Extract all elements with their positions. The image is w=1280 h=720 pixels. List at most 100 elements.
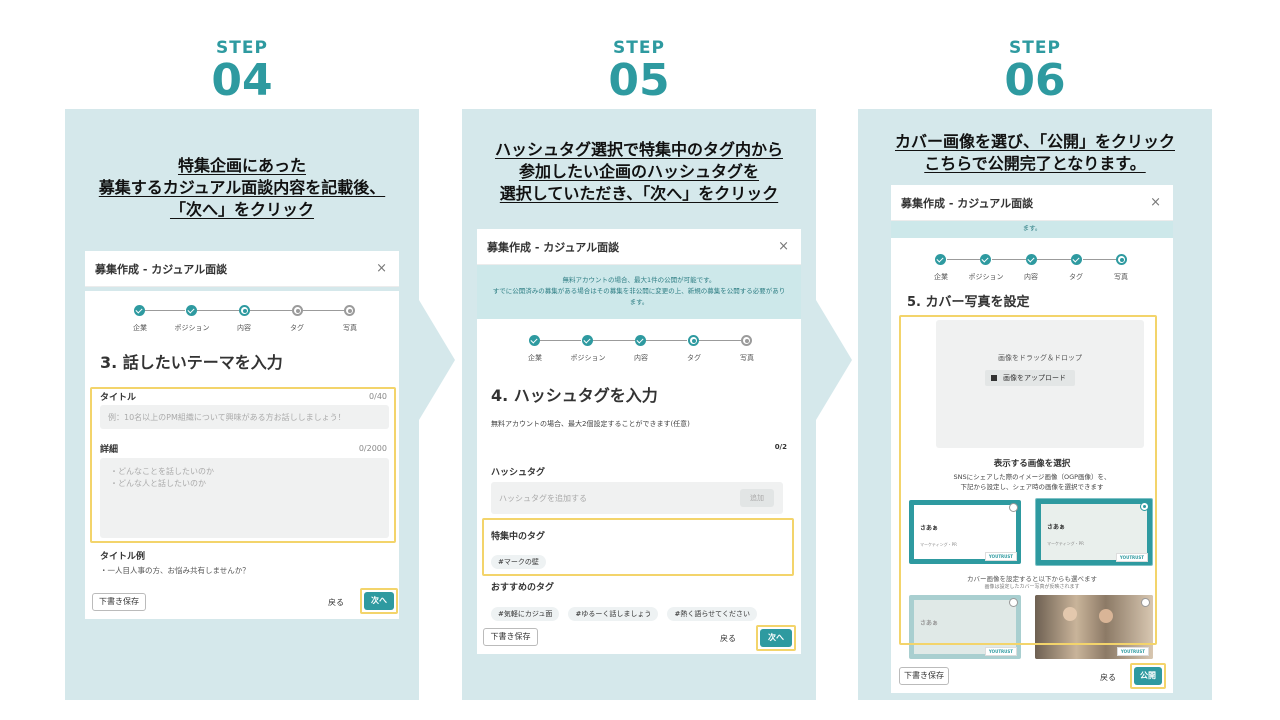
step-number: 05 [608, 55, 670, 106]
stepper-line [539, 340, 581, 341]
save-draft-button[interactable]: 下書き保存 [899, 667, 949, 685]
stepper-label: ポジション [968, 273, 1004, 281]
stepper-label: 内容 [1024, 273, 1038, 281]
step-done-icon [935, 254, 946, 265]
stepper-line [1083, 259, 1117, 260]
step-05-caption: ハッシュタグ選択で特集中のタグ内から 参加したい企画のハッシュタグを 選択してい… [462, 139, 816, 205]
caption-line: ハッシュタグ選択で特集中のタグ内から [494, 140, 783, 159]
create-post-modal: 募集作成 - カジュアル面談 × ます。 企業 ポジション 内容 タグ 写真 5… [891, 185, 1173, 693]
step-todo-icon [741, 335, 752, 346]
stepper-line [303, 310, 345, 311]
step-done-icon [186, 305, 197, 316]
modal-divider [85, 287, 399, 291]
stepper-label: タグ [290, 324, 304, 332]
step-todo-icon [344, 305, 355, 316]
modal-title: 募集作成 - カジュアル面談 [95, 262, 228, 276]
stepper-label: 写真 [343, 324, 357, 332]
step-done-icon [134, 305, 145, 316]
stepper-label: 内容 [634, 354, 648, 362]
recommended-tag-chip[interactable]: #ゆるーく話しましょう [568, 607, 659, 621]
hashtag-label: ハッシュタグ [491, 468, 546, 478]
step-04-panel: 特集企画にあった 募集するカジュアル面談内容を記載後、 「次へ」をクリック 募集… [65, 109, 419, 700]
modal-title: 募集作成 - カジュアル面談 [487, 240, 620, 254]
create-post-modal: 募集作成 - カジュアル面談 × 企業 ポジション 内容 タグ 写真 3. 話し… [85, 251, 399, 619]
highlight-frame [482, 518, 794, 576]
hashtag-counter: 0/2 [774, 443, 787, 451]
step-04-caption: 特集企画にあった 募集するカジュアル面談内容を記載後、 「次へ」をクリック [65, 155, 419, 221]
example-text: ・一人目人事の方、お悩み共有しませんか？ [100, 566, 250, 575]
caption-line: 選択していただき、「次へ」をクリック [499, 184, 779, 203]
free-account-notice: ます。 [891, 221, 1173, 238]
flow-arrow-icon [419, 300, 455, 420]
stepper-line [593, 340, 635, 341]
youtrust-logo: YOUTRUST [1116, 647, 1149, 656]
recommended-tags-list: #気軽にカジュ面 #ゆるーく話しましょう #熱く語らせてください [491, 601, 761, 621]
progress-stepper: 企業 ポジション 内容 タグ 写真 [477, 331, 801, 371]
save-draft-button[interactable]: 下書き保存 [483, 628, 538, 646]
back-button[interactable]: 戻る [328, 597, 344, 608]
close-icon[interactable]: × [778, 239, 789, 254]
highlight-frame [1130, 663, 1166, 689]
notice-line: 無料アカウントの場合、最大1件の公開が可能です。 [562, 276, 716, 284]
highlight-frame [899, 315, 1157, 645]
step-06-panel: カバー画像を選び、「公開」をクリック こちらで公開完了となります。 募集作成 -… [858, 109, 1212, 700]
caption-line: カバー画像を選び、「公開」をクリック [894, 132, 1175, 151]
step-06-caption: カバー画像を選び、「公開」をクリック こちらで公開完了となります。 [858, 131, 1212, 175]
progress-stepper: 企業 ポジション 内容 タグ 写真 [891, 250, 1173, 290]
tutorial-stage: STEP 04 特集企画にあった 募集するカジュアル面談内容を記載後、 「次へ」… [0, 0, 1280, 720]
create-post-modal: 募集作成 - カジュアル面談 × 無料アカウントの場合、最大1件の公開が可能です… [477, 229, 801, 654]
progress-stepper: 企業 ポジション 内容 タグ 写真 [85, 301, 399, 341]
stepper-label: 内容 [237, 324, 251, 332]
stepper-line [143, 310, 185, 311]
stepper-label: 企業 [528, 354, 542, 362]
section-title: 5. カバー写真を設定 [907, 295, 1030, 310]
step-current-icon [1116, 254, 1127, 265]
step-current-icon [239, 305, 250, 316]
recommended-tags-label: おすすめのタグ [491, 583, 555, 593]
add-hashtag-button[interactable]: 追加 [740, 489, 774, 507]
stepper-label: ポジション [570, 354, 606, 362]
free-account-notice: 無料アカウントの場合、最大1件の公開が可能です。 すでに公開済みの募集がある場合… [477, 265, 801, 319]
step-done-icon [635, 335, 646, 346]
step-number: 06 [1004, 55, 1066, 106]
step-done-icon [529, 335, 540, 346]
flow-arrow-icon [816, 300, 852, 420]
stepper-label: タグ [1069, 273, 1083, 281]
stepper-line [645, 340, 687, 341]
modal-title: 募集作成 - カジュアル面談 [901, 196, 1034, 210]
modal-header: 募集作成 - カジュアル面談 × [85, 251, 399, 287]
section-title: 3. 話したいテーマを入力 [100, 353, 283, 372]
caption-line: 募集するカジュアル面談内容を記載後、 [98, 178, 386, 197]
notice-line: ます。 [1022, 224, 1042, 232]
stepper-line [1037, 259, 1071, 260]
stepper-label: 写真 [740, 354, 754, 362]
step-done-icon [582, 335, 593, 346]
modal-header: 募集作成 - カジュアル面談 × [891, 185, 1173, 221]
back-button[interactable]: 戻る [1100, 672, 1116, 683]
step-done-icon [1026, 254, 1037, 265]
modal-header: 募集作成 - カジュアル面談 × [477, 229, 801, 265]
back-button[interactable]: 戻る [720, 633, 736, 644]
close-icon[interactable]: × [1150, 195, 1161, 210]
step-current-icon [688, 335, 699, 346]
stepper-line [699, 340, 741, 341]
step-05-panel: ハッシュタグ選択で特集中のタグ内から 参加したい企画のハッシュタグを 選択してい… [462, 109, 816, 700]
recommended-tag-chip[interactable]: #熱く語らせてください [667, 607, 757, 621]
caption-line: 参加したい企画のハッシュタグを [518, 162, 759, 181]
stepper-line [992, 259, 1026, 260]
stepper-line [197, 310, 239, 311]
save-draft-button[interactable]: 下書き保存 [92, 593, 146, 611]
hashtag-input[interactable]: ハッシュタグを追加する [499, 493, 587, 504]
stepper-line [947, 259, 981, 260]
stepper-label: 企業 [934, 273, 948, 281]
hashtag-input-row: ハッシュタグを追加する 追加 [491, 482, 783, 514]
section-title: 4. ハッシュタグを入力 [491, 386, 658, 405]
stepper-line [250, 310, 292, 311]
highlight-frame [756, 625, 796, 651]
stepper-label: タグ [687, 354, 701, 362]
step-05-heading: STEP 05 [579, 38, 699, 104]
caption-line: 「次へ」をクリック [169, 200, 314, 219]
youtrust-logo: YOUTRUST [984, 647, 1017, 656]
recommended-tag-chip[interactable]: #気軽にカジュ面 [491, 607, 560, 621]
close-icon[interactable]: × [376, 261, 387, 276]
